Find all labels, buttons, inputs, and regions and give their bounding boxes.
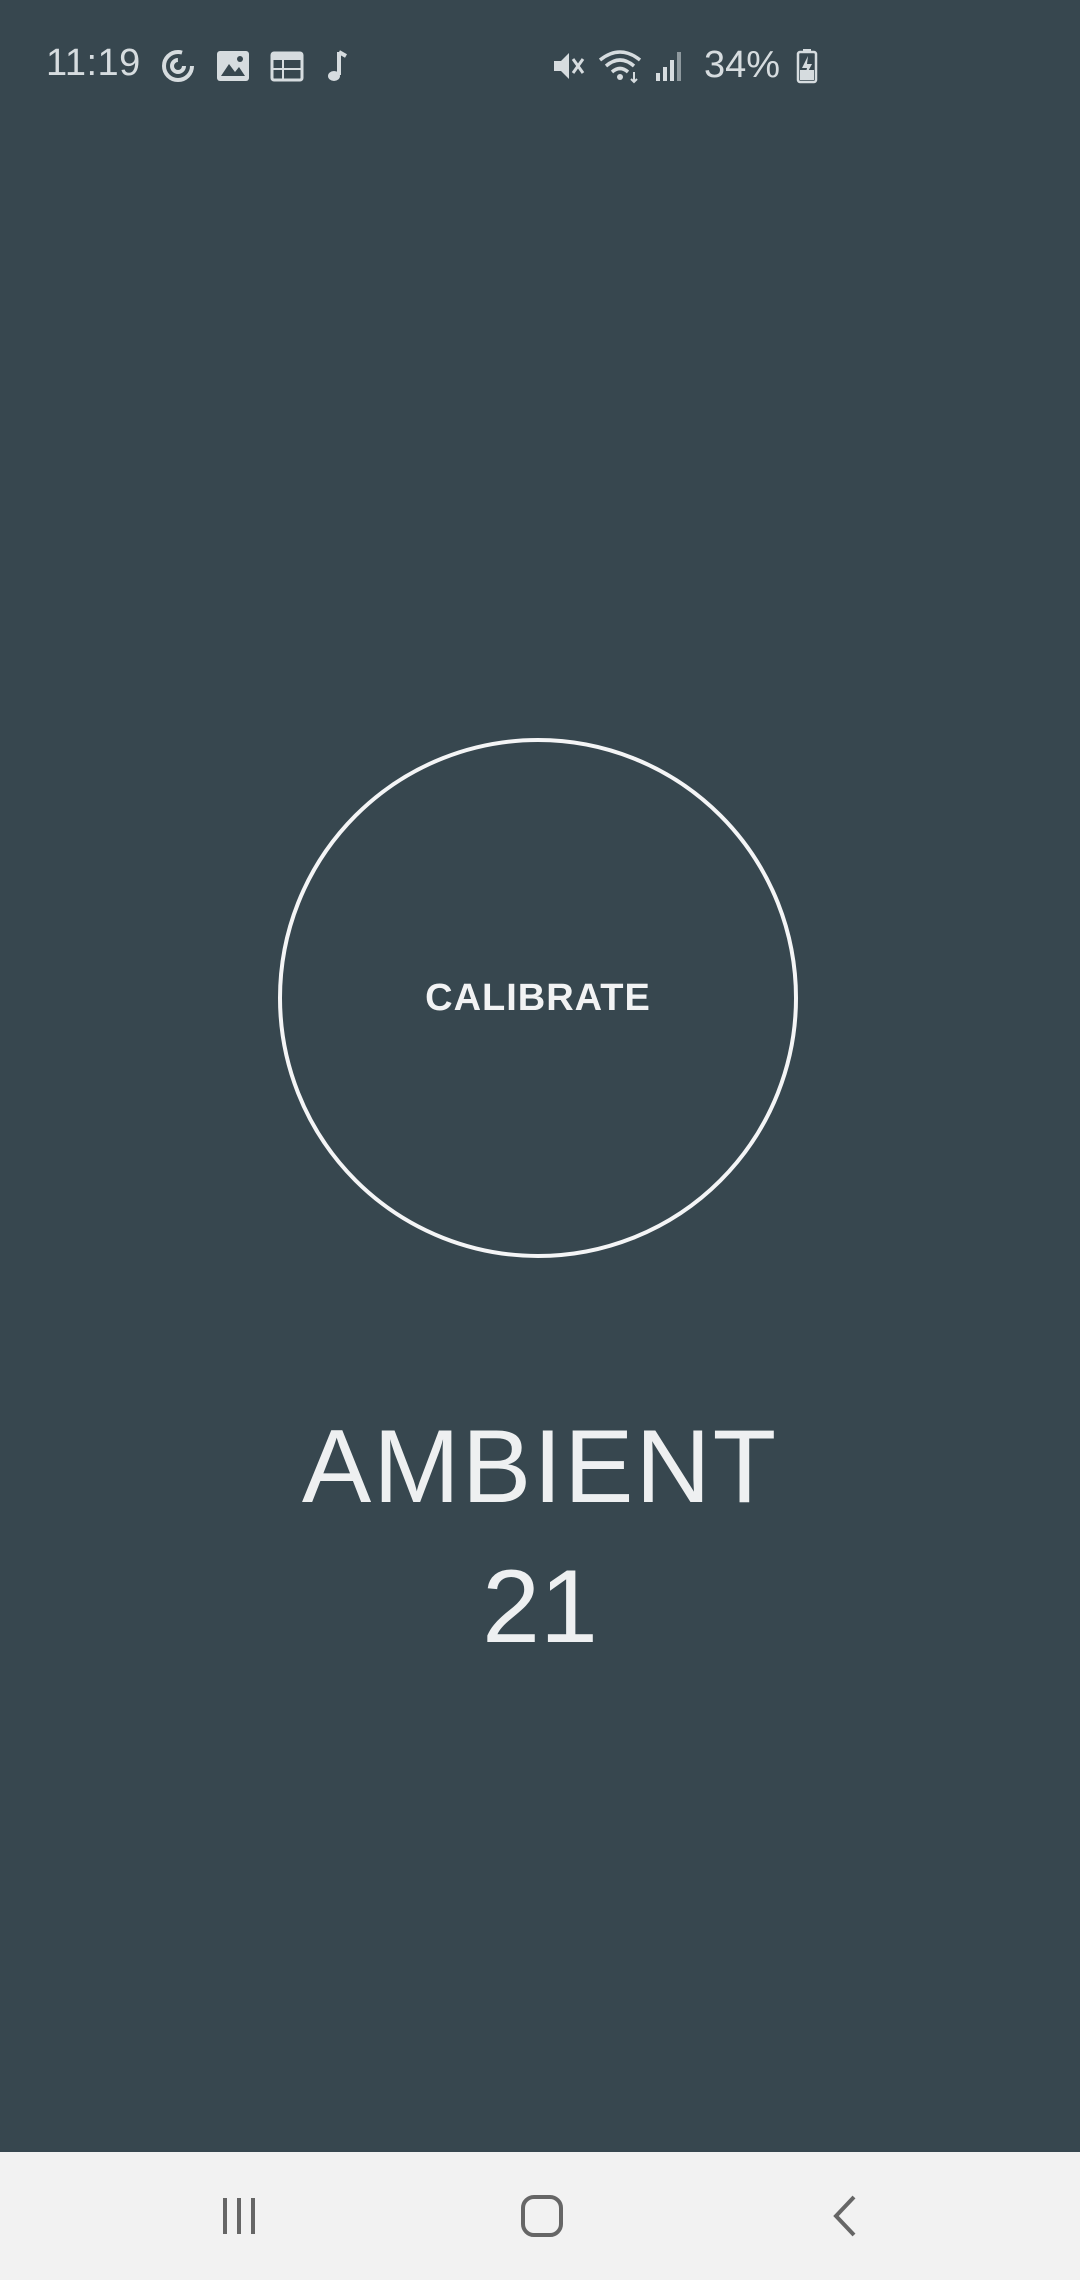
calibrate-label: CALIBRATE: [425, 976, 651, 1019]
home-button[interactable]: [497, 2182, 587, 2250]
battery-charging-icon: [796, 48, 818, 84]
battery-percent: 34%: [704, 44, 781, 86]
ambient-label: AMBIENT: [301, 1409, 779, 1525]
back-button[interactable]: [800, 2182, 890, 2250]
calendar-icon: [270, 50, 304, 82]
mute-icon: [550, 48, 586, 84]
navigation-bar: [0, 2152, 1080, 2280]
pocket-casts-icon: [160, 48, 196, 84]
notification-icons: [160, 48, 348, 84]
gallery-icon: [216, 50, 250, 82]
recents-icon: [217, 2196, 261, 2236]
back-icon: [830, 2194, 860, 2238]
status-bar: 11:19 34%: [0, 0, 1080, 130]
system-status-icons: 34%: [550, 44, 818, 87]
wifi-icon: [598, 48, 642, 84]
home-icon: [519, 2193, 565, 2239]
calibrate-button[interactable]: CALIBRATE: [278, 738, 798, 1258]
app-screen: 11:19 34% CALIBRATE AMBIENT 21: [0, 0, 1080, 2280]
signal-icon: [654, 49, 684, 83]
recents-button[interactable]: [194, 2182, 284, 2250]
music-note-icon: [324, 49, 348, 83]
ambient-value: 21: [482, 1549, 598, 1665]
status-time: 11:19: [46, 42, 141, 84]
